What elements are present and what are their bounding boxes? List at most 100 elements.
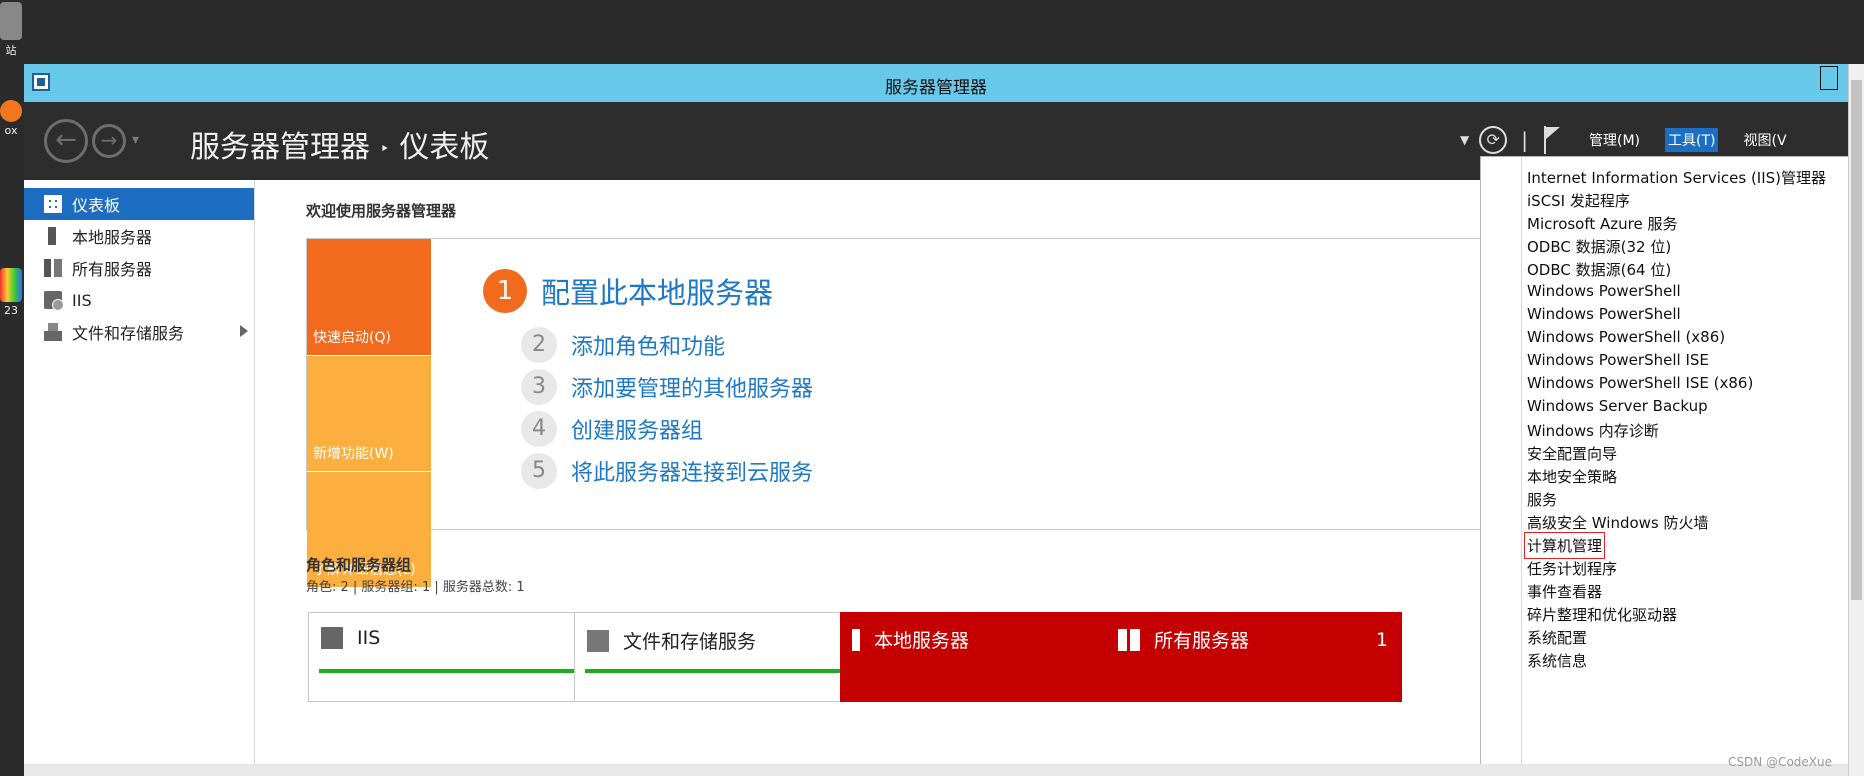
sidebar-item-file-storage[interactable]: 文件和存储服务 <box>24 316 254 348</box>
title-bar[interactable]: 服务器管理器 <box>24 64 1848 102</box>
tile-whats-new[interactable]: 新增功能(W) <box>307 356 431 471</box>
step-number: 3 <box>521 369 557 405</box>
tools-item-security-wizard[interactable]: 安全配置向导 <box>1527 443 1617 464</box>
tools-item-event-viewer[interactable]: 事件查看器 <box>1527 581 1602 602</box>
breadcrumb-current: 仪表板 <box>399 130 490 165</box>
roles-heading: 角色和服务器组 <box>306 556 412 574</box>
dashboard-icon <box>44 195 62 213</box>
sidebar: 仪表板 本地服务器 所有服务器 IIS 文件和存储服务 <box>24 180 255 776</box>
tools-item-azure[interactable]: Microsoft Azure 服务 <box>1527 213 1678 234</box>
status-bar <box>319 669 593 673</box>
arrow-left-icon: ← <box>55 125 77 155</box>
roles-summary: 角色: 2 | 服务器组: 1 | 服务器总数: 1 <box>306 580 525 595</box>
forward-button[interactable]: → <box>92 124 126 158</box>
tools-item-services[interactable]: 服务 <box>1527 489 1557 510</box>
menu-manage[interactable]: 管理(M) <box>1586 128 1643 152</box>
server-icon <box>852 628 860 651</box>
menu-view[interactable]: 视图(V <box>1740 128 1789 152</box>
sidebar-item-label: 本地服务器 <box>72 228 153 247</box>
tile-label: 快速启动(Q) <box>313 330 391 346</box>
step-link[interactable]: 添加要管理的其他服务器 <box>571 371 813 403</box>
tools-item-firewall[interactable]: 高级安全 Windows 防火墙 <box>1527 512 1709 533</box>
tile-quick-start[interactable]: 快速启动(Q) <box>307 239 431 355</box>
tools-item-odbc64[interactable]: ODBC 数据源(64 位) <box>1527 259 1671 280</box>
card-header: 文件和存储服务 1 <box>587 627 855 654</box>
tools-item-computer-management[interactable]: 计算机管理 <box>1523 532 1606 559</box>
sidebar-item-all-servers[interactable]: 所有服务器 <box>24 252 254 284</box>
card-title: IIS <box>357 627 381 649</box>
iis-icon <box>321 627 343 649</box>
tools-item-odbc32[interactable]: ODBC 数据源(32 位) <box>1527 236 1671 257</box>
role-card-file-storage[interactable]: 文件和存储服务 1 <box>574 612 870 702</box>
sidebar-item-label: 仪表板 <box>72 196 121 215</box>
refresh-icon[interactable]: ⟳ <box>1479 126 1508 154</box>
card-header: 所有服务器 1 <box>1118 626 1388 653</box>
step-link[interactable]: 创建服务器组 <box>571 413 703 445</box>
step-number: 1 <box>483 269 527 313</box>
status-bar <box>585 669 859 673</box>
step-link[interactable]: 将此服务器连接到云服务 <box>571 455 813 487</box>
tools-item-server-backup[interactable]: Windows Server Backup <box>1527 397 1708 415</box>
chevron-down-icon[interactable]: ▼ <box>1460 133 1469 147</box>
step-add-roles[interactable]: 2 添加角色和功能 <box>521 327 725 363</box>
history-dropdown-icon[interactable]: ▾ <box>132 132 139 148</box>
file-storage-icon <box>587 629 609 652</box>
tools-item-system-info[interactable]: 系统信息 <box>1527 650 1587 671</box>
card-header: IIS 1 <box>321 627 589 649</box>
role-card-iis[interactable]: IIS 1 <box>308 612 604 702</box>
desktop-firefox[interactable]: ox <box>0 92 22 137</box>
desktop-item-label: 站 <box>5 44 17 57</box>
back-button[interactable]: ← <box>44 119 88 163</box>
tools-item-powershell-2[interactable]: Windows PowerShell <box>1527 305 1681 323</box>
tools-item-powershell-ise[interactable]: Windows PowerShell ISE <box>1527 351 1709 369</box>
menu-tools[interactable]: 工具(T) <box>1665 128 1719 152</box>
card-count: 1 <box>1375 628 1388 651</box>
step-link[interactable]: 添加角色和功能 <box>571 329 725 361</box>
tools-item-memory-diagnostic[interactable]: Windows 内存诊断 <box>1527 420 1659 441</box>
arrow-right-icon: → <box>100 128 118 152</box>
tools-item-powershell-x86[interactable]: Windows PowerShell (x86) <box>1527 328 1725 346</box>
vertical-scrollbar[interactable] <box>1848 64 1864 776</box>
horizontal-scrollbar[interactable] <box>24 764 1848 776</box>
app-icon <box>0 268 22 302</box>
window-title: 服务器管理器 <box>885 78 987 98</box>
card-title: 所有服务器 <box>1154 630 1250 652</box>
tools-item-powershell-ise-x86[interactable]: Windows PowerShell ISE (x86) <box>1527 374 1753 392</box>
chevron-right-icon[interactable] <box>240 325 248 337</box>
step-create-group[interactable]: 4 创建服务器组 <box>521 411 703 447</box>
desktop-app[interactable]: 23 <box>0 268 22 317</box>
role-card-local-server[interactable]: 本地服务器 1 <box>840 612 1136 702</box>
step-add-servers[interactable]: 3 添加要管理的其他服务器 <box>521 369 813 405</box>
tools-dropdown-menu: Internet Information Services (IIS)管理器 i… <box>1480 156 1850 776</box>
step-number: 5 <box>521 453 557 489</box>
breadcrumb-root[interactable]: 服务器管理器 <box>190 130 370 165</box>
card-header: 本地服务器 1 <box>852 626 1122 653</box>
tools-item-defrag[interactable]: 碎片整理和优化驱动器 <box>1527 604 1677 625</box>
step-configure-local-server[interactable]: 1 配置此本地服务器 <box>483 269 773 313</box>
tools-item-powershell[interactable]: Windows PowerShell <box>1527 282 1681 300</box>
desktop-item-label: 23 <box>4 304 18 317</box>
recycle-bin-icon <box>0 2 22 40</box>
tools-item-task-scheduler[interactable]: 任务计划程序 <box>1527 558 1617 579</box>
sidebar-item-label: 所有服务器 <box>72 260 153 279</box>
sidebar-item-iis[interactable]: IIS <box>24 284 254 316</box>
tools-item-system-config[interactable]: 系统配置 <box>1527 627 1587 648</box>
step-connect-cloud[interactable]: 5 将此服务器连接到云服务 <box>521 453 813 489</box>
tools-item-iscsi[interactable]: iSCSI 发起程序 <box>1527 190 1630 211</box>
menu-gutter <box>1521 157 1522 775</box>
scrollbar-thumb[interactable] <box>1851 80 1862 600</box>
nav-toolbar: ▼ ⟳ | 管理(M) 工具(T) 视图(V <box>1460 122 1790 158</box>
role-card-all-servers[interactable]: 所有服务器 1 <box>1106 612 1402 702</box>
server-icon <box>48 227 56 245</box>
sidebar-item-label: IIS <box>72 290 92 310</box>
servers-icon <box>44 259 62 277</box>
watermark: CSDN @CodeXue <box>1728 755 1832 769</box>
notifications-flag-icon[interactable] <box>1542 126 1562 154</box>
sidebar-item-dashboard[interactable]: 仪表板 <box>24 188 254 220</box>
tools-item-local-policy[interactable]: 本地安全策略 <box>1527 466 1617 487</box>
step-link[interactable]: 配置此本地服务器 <box>541 270 773 312</box>
sidebar-item-local-server[interactable]: 本地服务器 <box>24 220 254 252</box>
tools-item-iis-manager[interactable]: Internet Information Services (IIS)管理器 <box>1527 167 1826 188</box>
minimize-button[interactable] <box>1820 66 1838 90</box>
desktop-recycle-bin[interactable]: 站 <box>0 2 22 58</box>
